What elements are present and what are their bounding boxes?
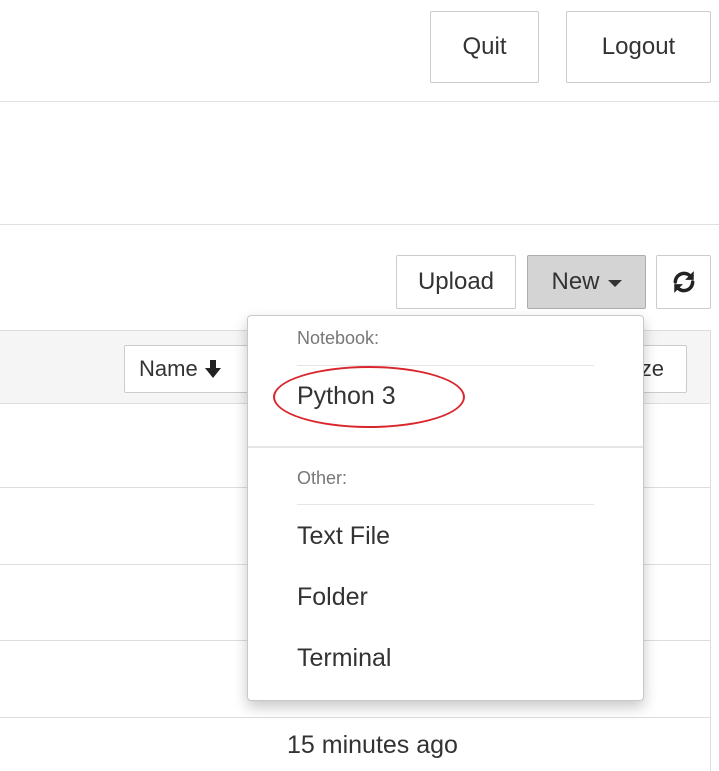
new-dropdown-menu: Notebook: Python 3 Other: Text File Fold…: [247, 315, 644, 701]
new-dropdown-button[interactable]: New: [527, 255, 646, 309]
menu-item-text-file[interactable]: Text File: [297, 522, 390, 551]
logout-button-label: Logout: [601, 33, 676, 60]
table-row-divider: [0, 717, 710, 718]
sort-by-name-label: Name: [139, 356, 198, 381]
menu-item-terminal[interactable]: Terminal: [297, 644, 391, 673]
header-divider: [0, 101, 719, 102]
menu-item-folder[interactable]: Folder: [297, 583, 368, 612]
logout-button[interactable]: Logout: [566, 11, 711, 83]
notebook-section-header: Notebook:: [297, 328, 380, 348]
sort-by-size-label: ze: [640, 356, 664, 381]
new-button-label: New: [551, 268, 600, 295]
caret-down-icon: [607, 280, 622, 287]
notebook-section-separator: [297, 365, 594, 366]
menu-item-python3[interactable]: Python 3: [297, 382, 396, 411]
arrow-down-icon: [204, 360, 221, 378]
menu-divider: [248, 446, 643, 448]
refresh-icon: [673, 271, 694, 293]
tabs-divider: [0, 224, 719, 225]
last-modified-text: 15 minutes ago: [287, 731, 458, 759]
upload-button[interactable]: Upload: [396, 255, 516, 309]
sort-by-name-button[interactable]: Name: [124, 345, 254, 393]
quit-button[interactable]: Quit: [430, 11, 539, 83]
other-section-separator: [297, 504, 594, 505]
other-section-header: Other:: [297, 468, 348, 488]
quit-button-label: Quit: [462, 33, 507, 60]
refresh-button[interactable]: [656, 255, 711, 309]
upload-button-label: Upload: [417, 268, 495, 295]
jupyter-tree-page: Quit Logout Upload New Name ze 15 minute…: [0, 0, 719, 771]
